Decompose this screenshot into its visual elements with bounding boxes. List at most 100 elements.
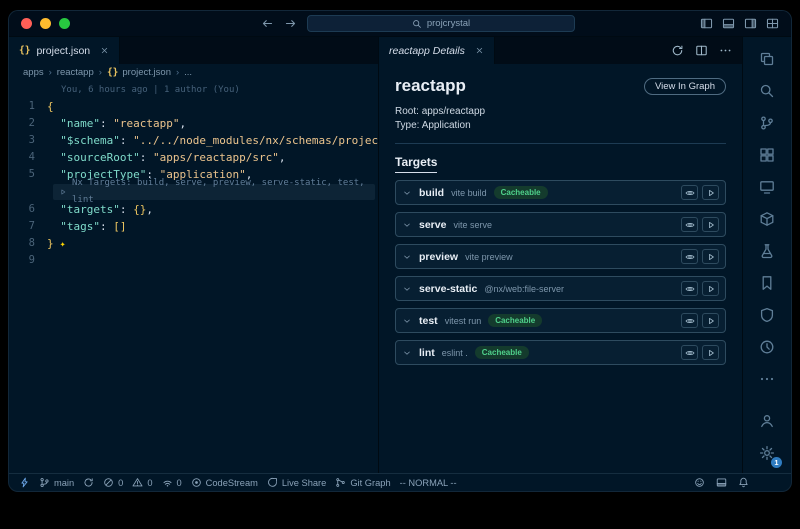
target-row-lint[interactable]: linteslint .Cacheable (395, 340, 726, 365)
copy-icon[interactable] (753, 45, 781, 73)
type-label: Type: (395, 120, 419, 131)
customize-layout-icon[interactable] (766, 17, 779, 30)
status-bar-right (694, 477, 749, 488)
bookmarks-icon[interactable] (753, 269, 781, 297)
back-arrow-icon[interactable] (261, 17, 274, 30)
divider (395, 143, 726, 144)
target-row-serve-static[interactable]: serve-static@nx/web:file-server (395, 276, 726, 301)
target-config-button[interactable] (681, 281, 698, 296)
account-icon[interactable] (753, 407, 781, 435)
more-actions-icon[interactable] (719, 44, 732, 57)
code-editor[interactable]: You, 6 hours ago | 1 author (You)1{2 "na… (9, 81, 378, 473)
security-shield-icon[interactable] (753, 301, 781, 329)
tab-project-json[interactable]: {} project.json (9, 37, 120, 64)
target-row-serve[interactable]: servevite serve (395, 212, 726, 237)
target-row-test[interactable]: testvitest runCacheable (395, 308, 726, 333)
right-tab-bar: reactapp Details (379, 37, 742, 64)
run-target-button[interactable] (702, 217, 719, 232)
cacheable-badge: Cacheable (494, 186, 548, 199)
json-file-icon: {} (19, 45, 30, 56)
remote-explorer-icon[interactable] (753, 173, 781, 201)
target-name: serve-static (419, 283, 477, 295)
run-target-button[interactable] (702, 185, 719, 200)
codestream[interactable]: CodeStream (191, 477, 258, 488)
breadcrumb-separator: › (49, 67, 52, 78)
tab-reactapp-details[interactable]: reactapp Details (379, 37, 495, 64)
chevron-down-icon[interactable] (402, 316, 412, 326)
chevron-down-icon[interactable] (402, 220, 412, 230)
more-views-icon[interactable] (753, 365, 781, 393)
close-window-button[interactable] (21, 18, 32, 29)
breadcrumb-item-symbol[interactable]: ... (184, 67, 192, 78)
target-config-button[interactable] (681, 313, 698, 328)
errors-label: 0 (118, 478, 123, 488)
status-bar: main000CodeStreamLive ShareGit Graph-- N… (9, 473, 791, 491)
notifications[interactable] (738, 477, 749, 488)
sync-changes[interactable] (83, 477, 94, 488)
testing-flask-icon[interactable] (753, 237, 781, 265)
remote-indicator[interactable] (19, 477, 30, 488)
git-branch[interactable]: main (39, 477, 74, 488)
chevron-down-icon[interactable] (402, 348, 412, 358)
zoom-window-button[interactable] (59, 18, 70, 29)
run-target-button[interactable] (702, 249, 719, 264)
target-row-build[interactable]: buildvite buildCacheable (395, 180, 726, 205)
line-number: 9 (9, 252, 47, 269)
chevron-down-icon[interactable] (402, 188, 412, 198)
toggle-left-sidebar-icon[interactable] (700, 17, 713, 30)
source-control-icon[interactable] (753, 109, 781, 137)
vim-mode[interactable]: -- NORMAL -- (400, 478, 457, 488)
settings-gear-icon[interactable]: 1 (753, 439, 781, 467)
target-actions (681, 217, 719, 232)
warnings[interactable]: 0 (132, 477, 152, 488)
desktop: { "colors": { "editor_bg":"#011627", "ti… (0, 0, 800, 529)
git-graph[interactable]: Git Graph (335, 477, 390, 488)
git-branch-label: main (54, 478, 74, 488)
breadcrumb-item-reactapp[interactable]: reactapp (57, 67, 94, 78)
ports[interactable]: 0 (162, 477, 182, 488)
minimize-window-button[interactable] (40, 18, 51, 29)
extensions-icon[interactable] (753, 141, 781, 169)
errors[interactable]: 0 (103, 477, 123, 488)
command-center-search[interactable]: projcrystal (307, 15, 575, 32)
json-braces-icon: {} (107, 67, 118, 78)
toggle-panel-icon[interactable] (722, 17, 735, 30)
codestream-label: CodeStream (206, 478, 258, 488)
target-config-button[interactable] (681, 345, 698, 360)
toggle-right-sidebar-icon[interactable] (744, 17, 757, 30)
target-actions (681, 345, 719, 360)
chevron-down-icon[interactable] (402, 284, 412, 294)
run-target-button[interactable] (702, 281, 719, 296)
timeline-clock-icon[interactable] (753, 333, 781, 361)
code-line: 7 "tags": [] (9, 218, 378, 235)
line-number: 5 (9, 166, 47, 183)
nx-targets-codelens[interactable]: Nx Targets: build, serve, preview, serve… (53, 184, 375, 200)
target-row-preview[interactable]: previewvite preview (395, 244, 726, 269)
close-tab-icon[interactable] (475, 46, 484, 55)
close-tab-icon[interactable] (100, 46, 109, 55)
line-number: 1 (9, 98, 47, 115)
docker-icon[interactable] (753, 205, 781, 233)
chevron-down-icon[interactable] (402, 252, 412, 262)
left-tab-bar: {} project.json (9, 37, 378, 64)
run-target-button[interactable] (702, 313, 719, 328)
target-config-button[interactable] (681, 249, 698, 264)
run-target-button[interactable] (702, 345, 719, 360)
vim-mode-label: -- NORMAL -- (400, 478, 457, 488)
refresh-icon[interactable] (671, 44, 684, 57)
view-in-graph-button[interactable]: View In Graph (644, 78, 726, 95)
forward-arrow-icon[interactable] (284, 17, 297, 30)
target-config-button[interactable] (681, 185, 698, 200)
code-text: "name": "reactapp", (47, 115, 186, 132)
breadcrumb-item-apps[interactable]: apps (23, 67, 44, 78)
panel-layout-icon (716, 477, 727, 488)
feedback[interactable] (694, 477, 705, 488)
target-config-button[interactable] (681, 217, 698, 232)
breadcrumb-separator: › (176, 67, 179, 78)
live-share[interactable]: Live Share (267, 477, 326, 488)
panel-layout[interactable] (716, 477, 727, 488)
search-icon[interactable] (753, 77, 781, 105)
breadcrumb-item-file[interactable]: {} project.json (107, 67, 171, 78)
sparkle-icon: ✦ (54, 239, 66, 250)
split-editor-icon[interactable] (695, 44, 708, 57)
